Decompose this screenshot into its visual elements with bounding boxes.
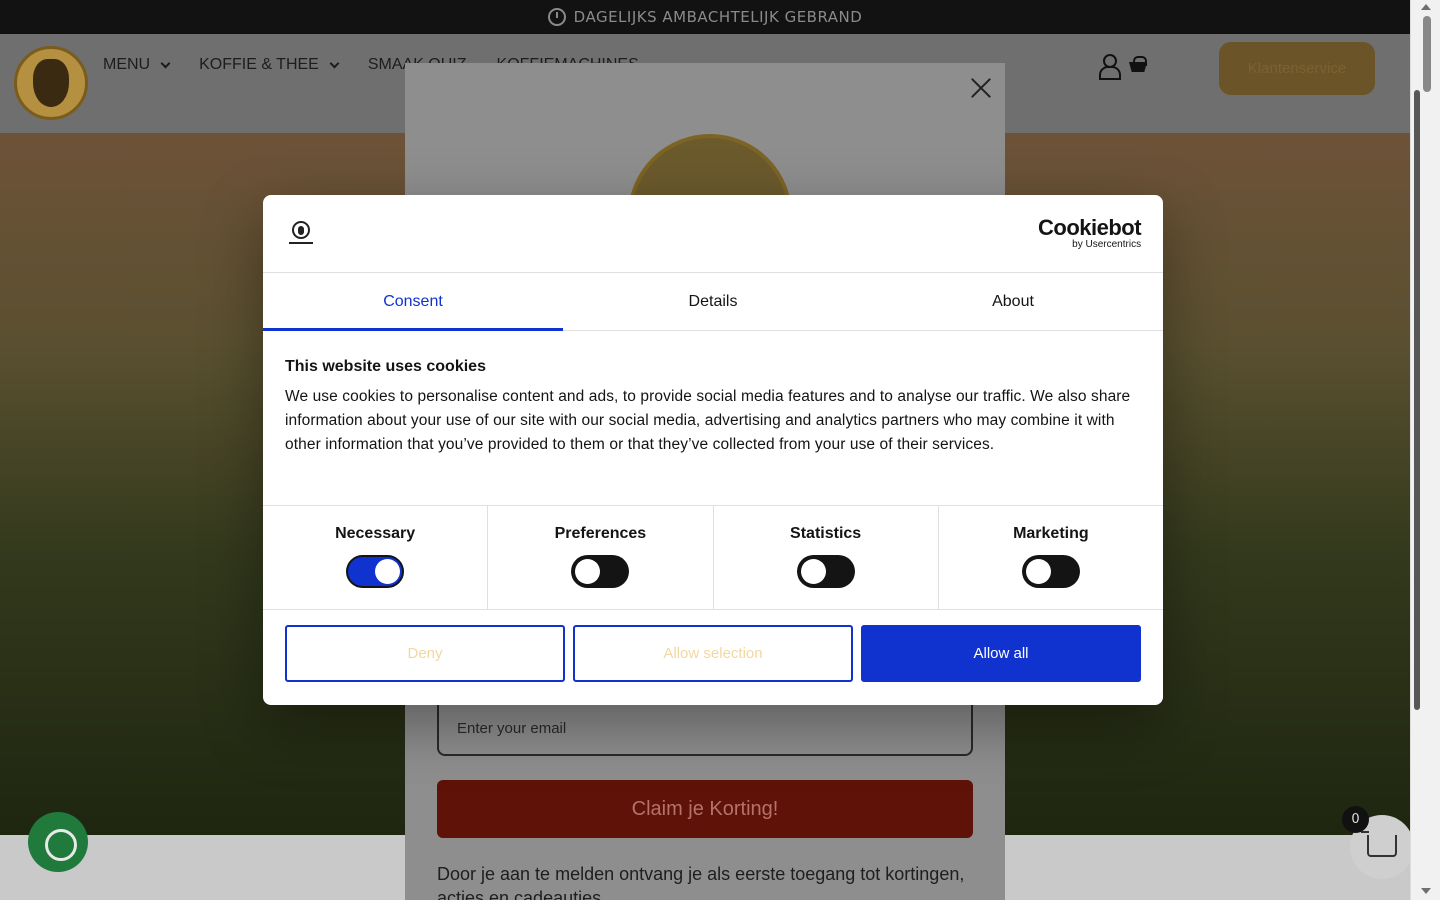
scroll-down-icon[interactable] xyxy=(1421,888,1431,894)
category-preferences: Preferences xyxy=(488,506,714,609)
category-label: Marketing xyxy=(1013,525,1089,542)
tab-details[interactable]: Details xyxy=(563,273,863,330)
cart-count-badge: 0 xyxy=(1342,806,1369,833)
allow-all-button[interactable]: Allow all xyxy=(861,625,1141,682)
category-statistics: Statistics xyxy=(714,506,939,609)
brand-logo[interactable] xyxy=(14,46,88,120)
cookie-categories: Necessary Preferences Statistics Marketi… xyxy=(263,505,1163,610)
allow-selection-button[interactable]: Allow selection xyxy=(573,625,853,682)
chevron-down-icon xyxy=(329,58,340,68)
user-icon[interactable] xyxy=(1098,54,1121,80)
nav-item-label: MENU xyxy=(103,56,151,73)
announcement-bar: DAGELIJKS AMBACHTELIJK GEBRAND xyxy=(0,0,1410,34)
category-label: Necessary xyxy=(335,525,416,542)
chevron-down-icon xyxy=(160,58,171,68)
announcement-text: DAGELIJKS AMBACHTELIJK GEBRAND xyxy=(573,8,863,26)
cookie-heading: This website uses cookies xyxy=(285,358,486,375)
scrollbar-thumb[interactable] xyxy=(1423,16,1431,92)
cookie-dialog-header: Cookiebot by Usercentrics xyxy=(263,195,1163,273)
cookiebot-sub: by Usercentrics xyxy=(1072,239,1142,250)
statistics-toggle[interactable] xyxy=(796,555,855,588)
category-necessary: Necessary xyxy=(263,506,489,609)
scroll-up-icon[interactable] xyxy=(1421,4,1431,10)
claim-discount-button[interactable]: Claim je Korting! xyxy=(437,780,973,838)
whatsapp-icon[interactable] xyxy=(28,812,88,872)
cart-icon xyxy=(1361,831,1397,857)
site-logo-icon xyxy=(289,221,313,247)
customer-service-button[interactable]: Klantenservice xyxy=(1219,42,1375,95)
tab-about[interactable]: About xyxy=(863,273,1163,330)
basket-icon[interactable] xyxy=(1128,56,1148,74)
close-icon[interactable] xyxy=(971,78,991,98)
tab-consent[interactable]: Consent xyxy=(263,273,563,331)
category-label: Statistics xyxy=(790,525,862,542)
cookiebot-name: Cookiebot xyxy=(1038,215,1142,240)
category-label: Preferences xyxy=(554,525,647,542)
preferences-toggle[interactable] xyxy=(571,555,630,588)
cookiebot-logo[interactable]: Cookiebot by Usercentrics xyxy=(1038,215,1142,251)
nav-item-menu[interactable]: MENU xyxy=(103,56,171,74)
clock-icon xyxy=(547,8,566,26)
newsletter-footer-text: Door je aan te melden ontvang je als eer… xyxy=(437,864,965,900)
cookie-buttons: Deny Allow selection Allow all xyxy=(285,625,1141,682)
cookie-consent-dialog: Cookiebot by Usercentrics Consent Detail… xyxy=(263,195,1163,705)
email-field[interactable] xyxy=(437,700,973,756)
category-marketing: Marketing xyxy=(939,506,1163,609)
nav-item-koffie-thee[interactable]: KOFFIE & THEE xyxy=(199,56,340,74)
nav-item-label: KOFFIE & THEE xyxy=(199,56,319,73)
marketing-toggle[interactable] xyxy=(1021,555,1080,588)
popup-scrollbar[interactable] xyxy=(1414,90,1420,710)
header-icons xyxy=(1098,54,1148,80)
cookie-body: This website uses cookies We use cookies… xyxy=(285,354,1135,457)
necessary-toggle[interactable] xyxy=(346,555,405,588)
cookie-tabs: Consent Details About xyxy=(263,273,1163,331)
cookie-description: We use cookies to personalise content an… xyxy=(285,388,1131,453)
deny-button[interactable]: Deny xyxy=(285,625,565,682)
